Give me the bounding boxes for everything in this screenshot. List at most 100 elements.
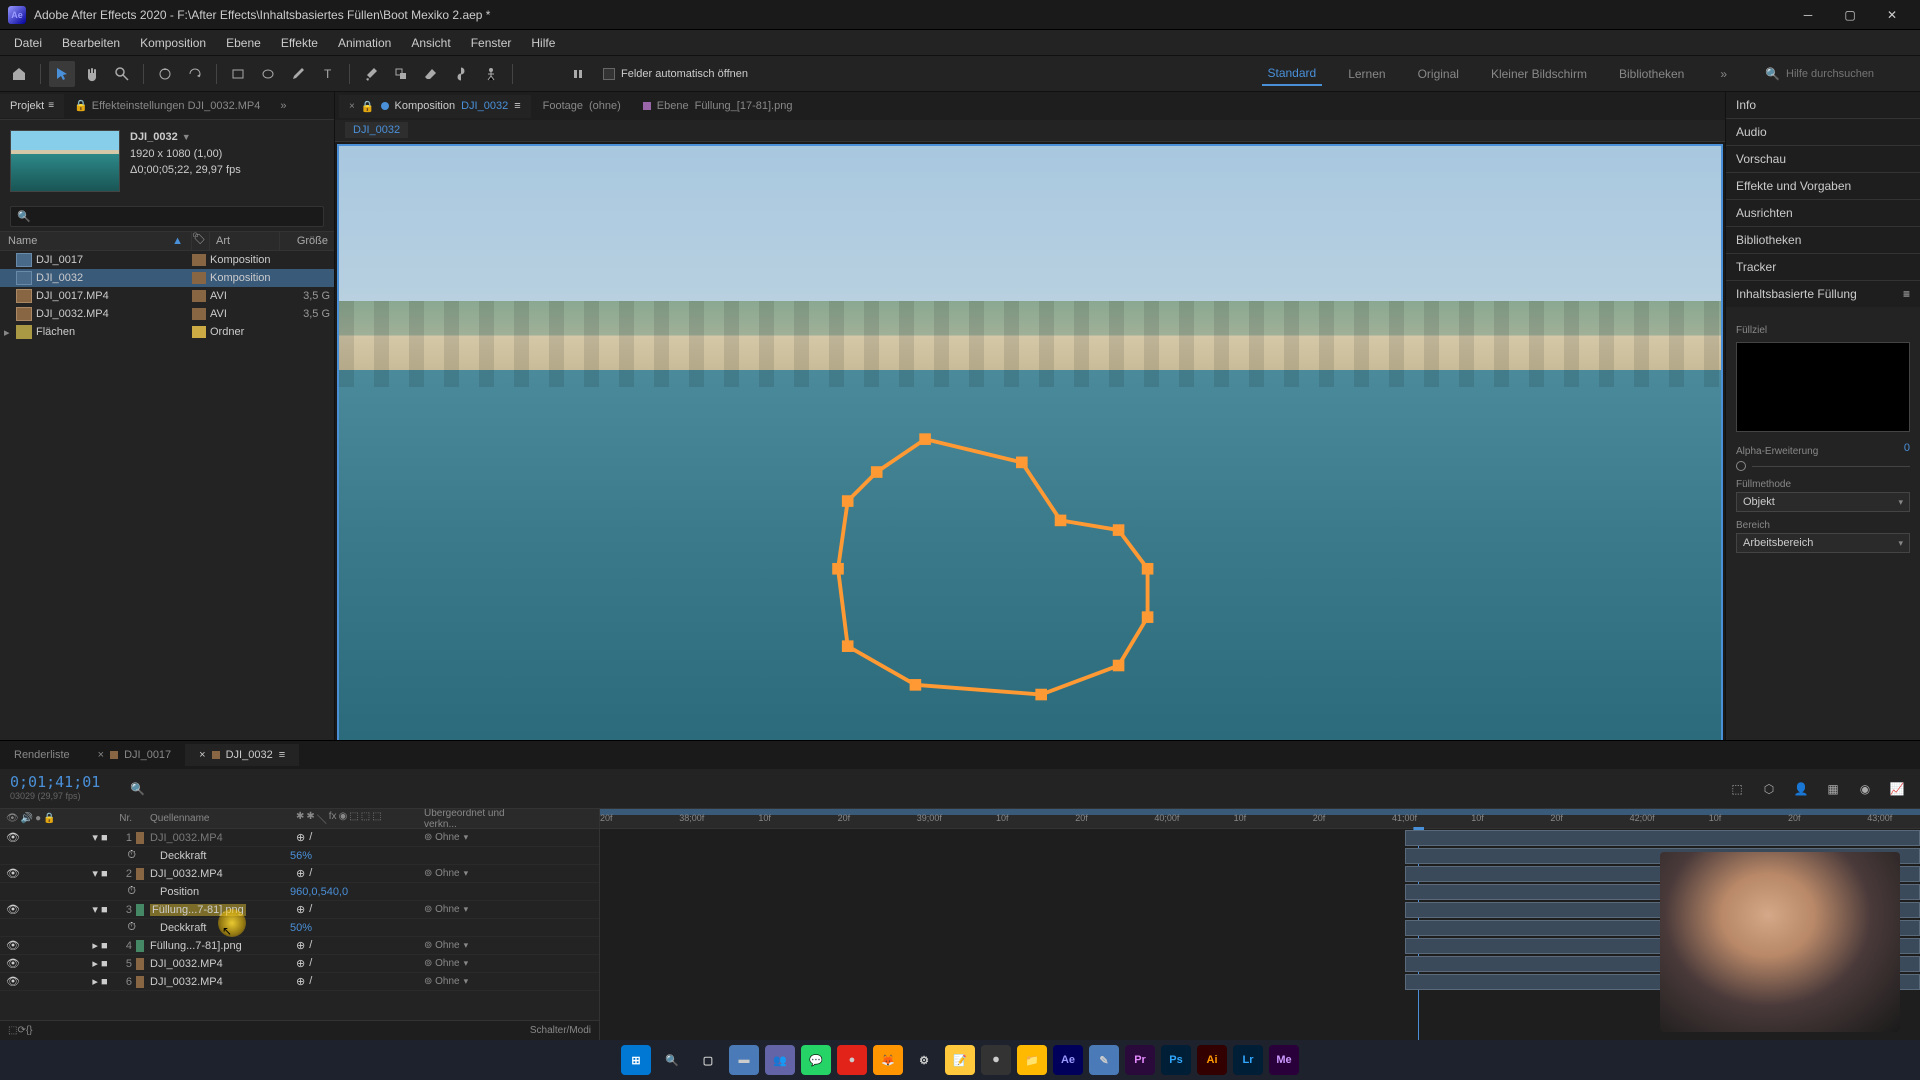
panel-effekte[interactable]: Effekte und Vorgaben	[1726, 173, 1920, 199]
motion-blur-icon[interactable]: ◉	[1852, 776, 1878, 802]
menu-komposition[interactable]: Komposition	[130, 32, 216, 54]
timeline-layer[interactable]: 👁▾ ■3Füllung...7-81].png⊕/⊚ Ohne ▾	[0, 901, 599, 919]
rotation-tool[interactable]	[182, 61, 208, 87]
taskbar-ae[interactable]: Ae	[1053, 1045, 1083, 1075]
hand-tool[interactable]	[79, 61, 105, 87]
panel-content-aware-fill[interactable]: Inhaltsbasierte Füllung≡	[1726, 281, 1920, 307]
taskbar-taskview[interactable]: ▢	[693, 1045, 723, 1075]
workspace-more[interactable]: »	[1710, 67, 1737, 81]
home-tool[interactable]	[6, 61, 32, 87]
menu-effekte[interactable]: Effekte	[271, 32, 328, 54]
tl-tab-dji0017[interactable]: ×DJI_0017	[84, 744, 186, 766]
help-search-input[interactable]	[1786, 68, 1906, 80]
project-item[interactable]: DJI_0017Komposition	[0, 251, 334, 269]
timeline-search-icon[interactable]: 🔍	[130, 782, 145, 796]
taskbar-pr[interactable]: Pr	[1125, 1045, 1155, 1075]
render-icon[interactable]: ⟳	[17, 1025, 25, 1036]
project-search[interactable]: 🔍	[10, 206, 324, 227]
clone-tool[interactable]	[388, 61, 414, 87]
ellipse-tool[interactable]	[255, 61, 281, 87]
maximize-button[interactable]: ▢	[1830, 1, 1870, 29]
menu-bearbeiten[interactable]: Bearbeiten	[52, 32, 130, 54]
menu-datei[interactable]: Datei	[4, 32, 52, 54]
range-dropdown[interactable]: Arbeitsbereich▾	[1736, 533, 1910, 553]
pen-tool[interactable]	[285, 61, 311, 87]
alpha-slider[interactable]	[1736, 461, 1746, 471]
brackets-icon[interactable]: {}	[26, 1025, 33, 1036]
taskbar-app3[interactable]: ⚙	[909, 1045, 939, 1075]
shy-icon[interactable]: 👤	[1788, 776, 1814, 802]
graph-editor-icon[interactable]: 📈	[1884, 776, 1910, 802]
layer-property[interactable]: ⏱Deckkraft50%	[0, 919, 599, 937]
panel-vorschau[interactable]: Vorschau	[1726, 146, 1920, 172]
draft3d-icon[interactable]: ⬡	[1756, 776, 1782, 802]
taskbar-whatsapp[interactable]: 💬	[801, 1045, 831, 1075]
taskbar-search[interactable]: 🔍	[657, 1045, 687, 1075]
fill-method-dropdown[interactable]: Objekt▾	[1736, 492, 1910, 512]
start-button[interactable]: ⊞	[621, 1045, 651, 1075]
comp-tab-footage[interactable]: Footage (ohne)	[533, 95, 631, 117]
timeline-layer[interactable]: 👁▾ ■2DJI_0032.MP4⊕/⊚ Ohne ▾	[0, 865, 599, 883]
selection-tool[interactable]	[49, 61, 75, 87]
close-button[interactable]: ✕	[1872, 1, 1912, 29]
panel-audio[interactable]: Audio	[1726, 119, 1920, 145]
panel-tracker[interactable]: Tracker	[1726, 254, 1920, 280]
rectangle-tool[interactable]	[225, 61, 251, 87]
taskbar-obs[interactable]: ⏺	[981, 1045, 1011, 1075]
frame-blend-icon[interactable]: ▦	[1820, 776, 1846, 802]
brush-tool[interactable]	[358, 61, 384, 87]
switches-modes-toggle[interactable]: Schalter/Modi	[530, 1025, 591, 1036]
layer-bar[interactable]	[1405, 830, 1920, 846]
timeline-layer[interactable]: 👁▸ ■6DJI_0032.MP4⊕/⊚ Ohne ▾	[0, 973, 599, 991]
taskbar-app1[interactable]: ▬	[729, 1045, 759, 1075]
timeline-layer[interactable]: 👁▸ ■4Füllung...7-81].png⊕/⊚ Ohne ▾	[0, 937, 599, 955]
puppet-tool[interactable]	[478, 61, 504, 87]
eraser-tool[interactable]	[418, 61, 444, 87]
timeline-layer[interactable]: 👁▾ ■1DJI_0032.MP4⊕/⊚ Ohne ▾	[0, 829, 599, 847]
taskbar-ps[interactable]: Ps	[1161, 1045, 1191, 1075]
workspace-original[interactable]: Original	[1412, 63, 1465, 85]
taskbar-app4[interactable]: 📝	[945, 1045, 975, 1075]
mask-path[interactable]	[809, 405, 1196, 733]
workspace-lernen[interactable]: Lernen	[1342, 63, 1391, 85]
taskbar-app5[interactable]: ✎	[1089, 1045, 1119, 1075]
alpha-expansion-value[interactable]: 0	[1904, 442, 1910, 454]
toggle-switches-icon[interactable]: ⬚	[8, 1025, 17, 1036]
taskbar-me[interactable]: Me	[1269, 1045, 1299, 1075]
timeline-ruler[interactable]: 20f38;00f10f20f39;00f10f20f40;00f10f20f4…	[600, 809, 1920, 829]
taskbar-firefox[interactable]: 🦊	[873, 1045, 903, 1075]
menu-hilfe[interactable]: Hilfe	[521, 32, 565, 54]
tab-effect-controls[interactable]: 🔒Effekteinstellungen DJI_0032.MP4	[64, 93, 270, 118]
taskbar-teams[interactable]: 👥	[765, 1045, 795, 1075]
workspace-bibliotheken[interactable]: Bibliotheken	[1613, 63, 1690, 85]
project-item[interactable]: DJI_0032.MP4AVI3,5 G	[0, 305, 334, 323]
workspace-kleiner[interactable]: Kleiner Bildschirm	[1485, 63, 1593, 85]
work-area-bar[interactable]	[600, 809, 1920, 815]
panel-ausrichten[interactable]: Ausrichten	[1726, 200, 1920, 226]
taskbar-app2[interactable]: ●	[837, 1045, 867, 1075]
timeline-timecode[interactable]: 0;01;41;01	[10, 773, 110, 791]
zoom-tool[interactable]	[109, 61, 135, 87]
tab-project[interactable]: Projekt≡	[0, 94, 64, 118]
menu-ansicht[interactable]: Ansicht	[401, 32, 460, 54]
taskbar-explorer[interactable]: 📁	[1017, 1045, 1047, 1075]
project-item[interactable]: ▸FlächenOrdner	[0, 323, 334, 341]
panel-info[interactable]: Info	[1726, 92, 1920, 118]
comp-tab-ebene[interactable]: Ebene Füllung_[17-81].png	[633, 95, 803, 117]
project-item[interactable]: DJI_0017.MP4AVI3,5 G	[0, 287, 334, 305]
comp-tab-komposition[interactable]: × 🔒 Komposition DJI_0032 ≡	[339, 95, 531, 118]
layer-property[interactable]: ⏱Deckkraft56%	[0, 847, 599, 865]
menu-ebene[interactable]: Ebene	[216, 32, 271, 54]
project-item[interactable]: DJI_0032Komposition	[0, 269, 334, 287]
workspace-standard[interactable]: Standard	[1262, 62, 1323, 86]
comp-flowchart-icon[interactable]: ⬚	[1724, 776, 1750, 802]
taskbar-lr[interactable]: Lr	[1233, 1045, 1263, 1075]
auto-open-fields-checkbox[interactable]: Felder automatisch öffnen	[603, 68, 748, 80]
tl-tab-dji0032[interactable]: ×DJI_0032≡	[185, 744, 299, 766]
menu-animation[interactable]: Animation	[328, 32, 401, 54]
timeline-layer[interactable]: 👁▸ ■5DJI_0032.MP4⊕/⊚ Ohne ▾	[0, 955, 599, 973]
tl-tab-renderliste[interactable]: Renderliste	[0, 744, 84, 766]
snap-icon[interactable]	[565, 61, 591, 87]
orbit-tool[interactable]	[152, 61, 178, 87]
menu-fenster[interactable]: Fenster	[461, 32, 522, 54]
